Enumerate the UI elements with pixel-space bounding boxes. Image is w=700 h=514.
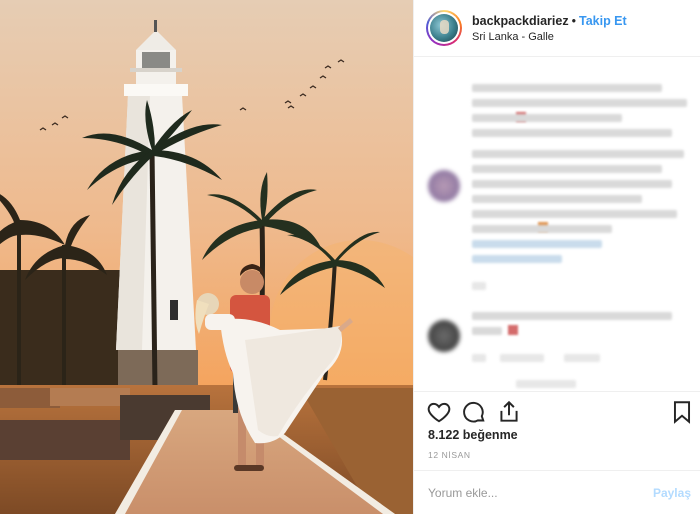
follow-button[interactable]: Takip Et	[579, 14, 627, 28]
separator-dot: •	[571, 14, 576, 28]
blurred-avatar	[428, 320, 460, 352]
blurred-comment-line	[472, 180, 672, 188]
share-icon[interactable]	[496, 399, 522, 425]
profile-picture	[430, 14, 458, 42]
blurred-comment-line	[472, 114, 622, 122]
username-link[interactable]: backpackdiariez	[472, 14, 569, 28]
comment-input[interactable]	[428, 483, 638, 503]
blurred-hashtag-line	[472, 240, 602, 248]
blurred-hashtag-line	[472, 255, 562, 263]
blurred-emoji	[508, 325, 518, 335]
post-photo[interactable]	[0, 0, 413, 514]
post-sidebar: backpackdiariez • Takip Et Sri Lanka - Gal…	[413, 0, 700, 514]
blurred-comment-line	[472, 210, 677, 218]
user-line: backpackdiariez • Takip Et	[472, 14, 627, 28]
comment-icon[interactable]	[461, 399, 487, 425]
blurred-avatar	[428, 170, 460, 202]
blurred-comment-line	[472, 327, 502, 335]
blurred-view-replies	[516, 380, 576, 388]
blurred-comment-line	[472, 150, 684, 158]
blurred-comment-meta	[500, 354, 544, 362]
location-link[interactable]: Sri Lanka - Galle	[472, 31, 554, 43]
post-comment-button[interactable]: Paylaş	[653, 486, 691, 500]
comments-list	[414, 58, 700, 390]
blurred-comment-line	[472, 129, 672, 137]
heart-icon[interactable]	[426, 399, 452, 425]
action-bar	[414, 391, 700, 431]
blurred-comment-meta	[472, 282, 486, 290]
lighthouse-couple-photo	[0, 0, 413, 514]
blurred-comment-line	[472, 195, 642, 203]
blurred-comment-line	[472, 99, 687, 107]
blurred-comment-line	[472, 84, 662, 92]
post-date: 12 NİSAN	[428, 450, 471, 460]
blurred-comment-line	[472, 165, 662, 173]
avatar[interactable]	[426, 10, 462, 46]
post-header: backpackdiariez • Takip Et Sri Lanka - Gal…	[414, 0, 700, 57]
blurred-comment-line	[472, 225, 612, 233]
like-count[interactable]: 8.122 beğenme	[428, 428, 518, 442]
blurred-comment-meta	[564, 354, 600, 362]
bookmark-icon[interactable]	[669, 399, 695, 425]
blurred-comment-meta	[472, 354, 486, 362]
blurred-comment-line	[472, 312, 672, 320]
instagram-post: backpackdiariez • Takip Et Sri Lanka - Gal…	[0, 0, 700, 514]
comment-form: Paylaş	[414, 470, 700, 514]
